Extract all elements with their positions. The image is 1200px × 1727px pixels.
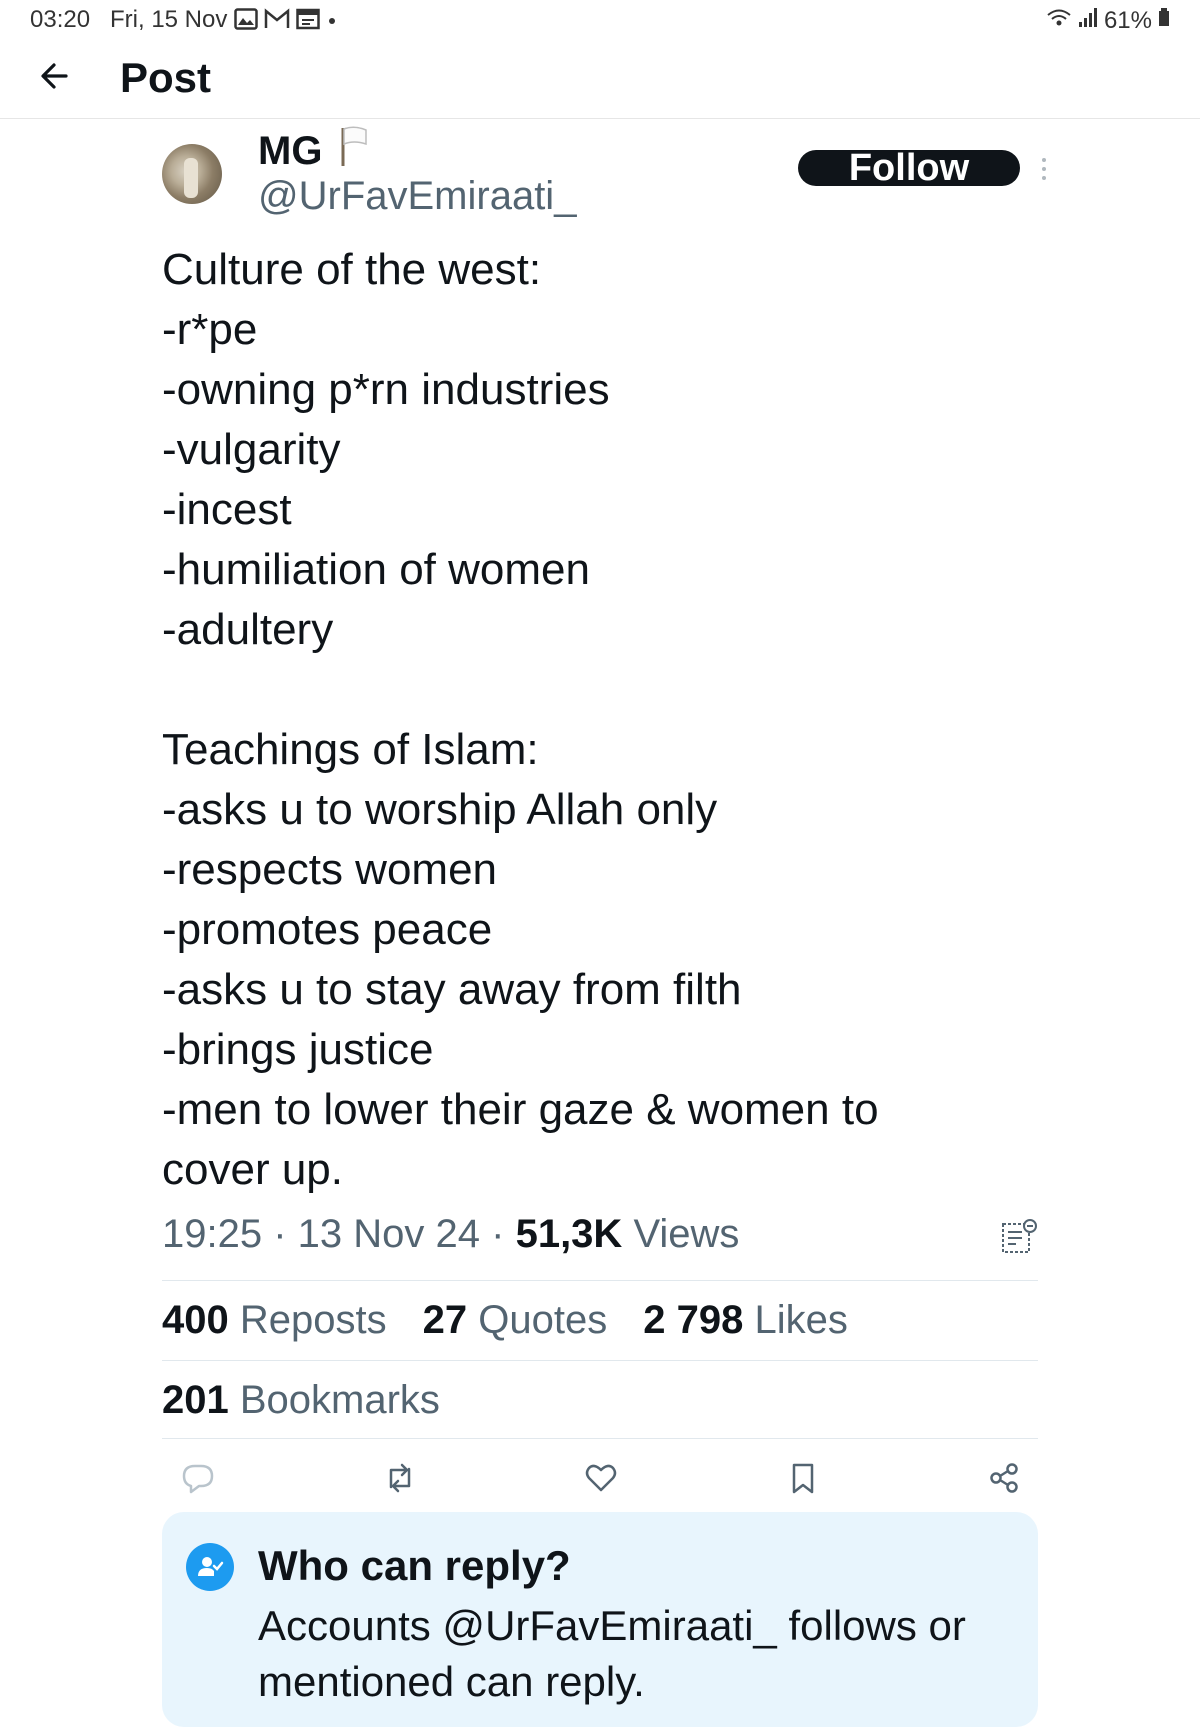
post-date: 13 Nov 24 [297,1212,481,1256]
reposts-stat[interactable]: 400 Reposts [162,1298,387,1343]
share-icon[interactable] [984,1458,1024,1498]
back-arrow-icon[interactable] [36,56,76,96]
avatar[interactable] [162,144,222,204]
page-title: Post [120,54,212,101]
gmail-icon [264,8,290,30]
more-options-icon[interactable] [1036,154,1052,184]
post-text-line: -incest [162,485,292,534]
reply-settings-title: Who can reply? [258,1542,571,1589]
status-time: 03:20 [30,6,91,33]
post-text-spacer [162,660,1062,720]
battery-level: 61% [1103,6,1152,34]
bookmark-icon[interactable] [783,1458,823,1498]
post-text: Culture of the west: -r*pe -owning p*rn in… [162,240,1062,1200]
reply-icon[interactable] [178,1458,218,1498]
post-text-line: -adultery [162,605,334,654]
post-text-line: -men to lower their gaze & women to [162,1085,879,1134]
post-text-line: -respects women [162,845,498,894]
post-text-line: -r*pe [162,305,258,354]
reply-settings-text: Accounts @UrFavEmiraati_ follows or ment… [258,1602,966,1705]
dot-icon [326,8,338,30]
like-icon[interactable] [581,1458,621,1498]
post-text-line: Teachings of Islam: [162,725,539,774]
wifi-icon [1046,6,1072,35]
post-text-line: -asks u to worship Allah only [162,785,718,834]
action-bar [178,1458,1024,1498]
white-flag-icon [338,124,368,178]
status-right: 61% [1046,6,1170,35]
post-text-line: -vulgarity [162,425,341,474]
bookmarks-stat[interactable]: 201 Bookmarks [162,1378,440,1423]
author-handle[interactable]: @UrFavEmiraati_ [258,174,576,219]
author-name-row[interactable]: MG [258,124,368,178]
signal-icon [1078,6,1098,35]
divider [162,1438,1038,1439]
battery-icon [1158,6,1170,35]
views-count: 51,3K [515,1212,623,1256]
bookmarks-row: 201 Bookmarks [162,1378,440,1423]
calendar-icon [296,8,320,30]
post-text-line: Culture of the west: [162,245,542,294]
user-check-icon [186,1543,234,1591]
post-meta: 19:25 · 13 Nov 24 · 51,3K Views [162,1212,740,1256]
post-text-line: -asks u to stay away from filth [162,965,742,1014]
analytics-icon[interactable] [1000,1216,1040,1256]
post-text-line: -promotes peace [162,905,493,954]
views-label: Views [633,1212,740,1256]
post-time: 19:25 [162,1212,263,1256]
post-text-line: -humiliation of women [162,545,590,594]
author-name[interactable]: MG [258,129,322,174]
header-divider [0,118,1200,119]
post-text-line: -owning p*rn industries [162,365,610,414]
notification-icons [234,8,338,30]
gallery-icon [234,8,258,30]
post-text-line: -brings justice [162,1025,434,1074]
engagement-stats: 400 Reposts 27 Quotes 2 798 Likes [162,1298,848,1343]
repost-icon[interactable] [380,1458,420,1498]
follow-button[interactable]: Follow [798,147,1020,189]
likes-stat[interactable]: 2 798 Likes [643,1298,848,1343]
post-text-line: cover up. [162,1145,343,1194]
divider [162,1280,1038,1281]
divider [162,1360,1038,1361]
quotes-stat[interactable]: 27 Quotes [423,1298,608,1343]
status-date: Fri, 15 Nov [110,6,228,33]
